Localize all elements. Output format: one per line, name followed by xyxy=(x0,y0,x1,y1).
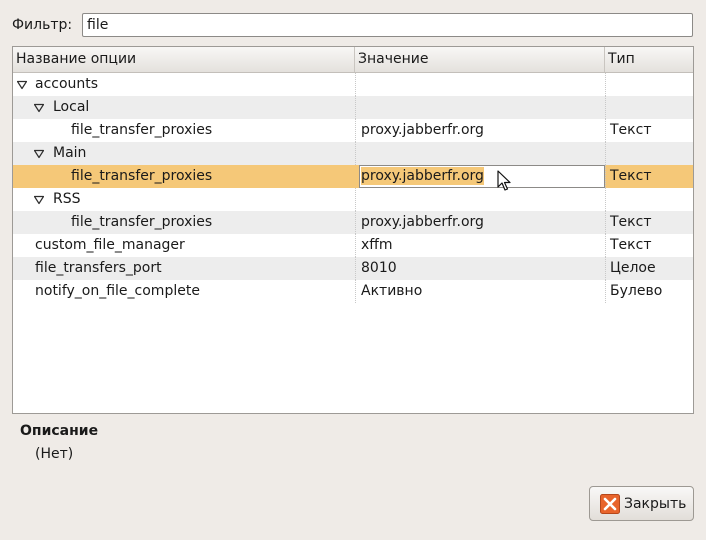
close-button[interactable]: Закрыть xyxy=(589,486,694,521)
name-cell: accounts xyxy=(13,73,355,96)
close-button-label: Закрыть xyxy=(624,495,687,512)
mouse-cursor-icon xyxy=(497,170,511,191)
tree-row[interactable]: RSS xyxy=(13,188,693,211)
tree-row-selected[interactable]: file_transfer_proxies proxy.jabberfr.org… xyxy=(13,165,693,188)
tree-row[interactable]: file_transfer_proxies proxy.jabberfr.org… xyxy=(13,119,693,142)
options-tree[interactable]: Название опции Значение Тип accounts Loc… xyxy=(12,46,694,414)
option-name: file_transfers_port xyxy=(35,260,162,276)
value-cell xyxy=(355,188,605,211)
value-cell xyxy=(355,96,605,119)
filter-label: Фильтр: xyxy=(12,17,73,33)
option-name: file_transfer_proxies xyxy=(71,122,213,138)
value-cell[interactable]: proxy.jabberfr.org xyxy=(355,119,605,142)
close-x-icon xyxy=(600,493,620,514)
value-cell[interactable]: Активно xyxy=(355,280,605,303)
value-edit-field[interactable]: proxy.jabberfr.org xyxy=(359,165,605,188)
description-value: (Нет) xyxy=(35,446,74,462)
value-cell xyxy=(355,73,605,96)
name-cell: Main xyxy=(13,142,355,165)
option-name: notify_on_file_complete xyxy=(35,283,200,299)
type-cell: Текст xyxy=(605,119,693,142)
name-cell: custom_file_manager xyxy=(13,234,355,257)
type-cell: Текст xyxy=(605,211,693,234)
value-cell[interactable]: 8010 xyxy=(355,257,605,280)
triangle-down-icon[interactable] xyxy=(34,195,44,205)
option-name: file_transfer_proxies xyxy=(71,168,213,184)
name-cell: file_transfer_proxies xyxy=(13,211,355,234)
selected-text: proxy.jabberfr.org xyxy=(361,167,484,185)
value-cell[interactable]: proxy.jabberfr.org xyxy=(355,211,605,234)
tree-row[interactable]: file_transfers_port 8010 Целое xyxy=(13,257,693,280)
name-cell: Local xyxy=(13,96,355,119)
option-name: custom_file_manager xyxy=(35,237,185,253)
name-cell: notify_on_file_complete xyxy=(13,280,355,303)
type-cell: Целое xyxy=(605,257,693,280)
type-cell xyxy=(605,188,693,211)
option-name: Local xyxy=(53,99,90,115)
name-cell: RSS xyxy=(13,188,355,211)
tree-row[interactable]: Local xyxy=(13,96,693,119)
column-header-value[interactable]: Значение xyxy=(355,47,605,72)
name-cell: file_transfer_proxies xyxy=(13,119,355,142)
triangle-down-icon[interactable] xyxy=(17,80,27,90)
type-cell: Текст xyxy=(605,165,693,188)
triangle-down-icon[interactable] xyxy=(34,103,44,113)
type-cell: Булево xyxy=(605,280,693,303)
option-name: RSS xyxy=(53,191,81,207)
column-header-name[interactable]: Название опции xyxy=(13,47,355,72)
name-cell: file_transfers_port xyxy=(13,257,355,280)
filter-input[interactable] xyxy=(82,13,693,37)
column-header-type[interactable]: Тип xyxy=(605,47,693,72)
value-cell[interactable]: xffm xyxy=(355,234,605,257)
tree-row[interactable]: custom_file_manager xffm Текст xyxy=(13,234,693,257)
option-name: accounts xyxy=(35,76,99,92)
tree-row[interactable]: accounts xyxy=(13,73,693,96)
option-name: file_transfer_proxies xyxy=(71,214,213,230)
tree-header: Название опции Значение Тип xyxy=(13,47,693,73)
name-cell: file_transfer_proxies xyxy=(13,165,355,188)
tree-row[interactable]: Main xyxy=(13,142,693,165)
option-name: Main xyxy=(53,145,87,161)
type-cell xyxy=(605,73,693,96)
type-cell xyxy=(605,142,693,165)
value-cell xyxy=(355,142,605,165)
type-cell: Текст xyxy=(605,234,693,257)
tree-row[interactable]: notify_on_file_complete Активно Булево xyxy=(13,280,693,303)
description-title: Описание xyxy=(20,423,99,439)
tree-rows: accounts Local file_transfer_proxies pro… xyxy=(13,73,693,303)
type-cell xyxy=(605,96,693,119)
triangle-down-icon[interactable] xyxy=(34,149,44,159)
tree-row[interactable]: file_transfer_proxies proxy.jabberfr.org… xyxy=(13,211,693,234)
